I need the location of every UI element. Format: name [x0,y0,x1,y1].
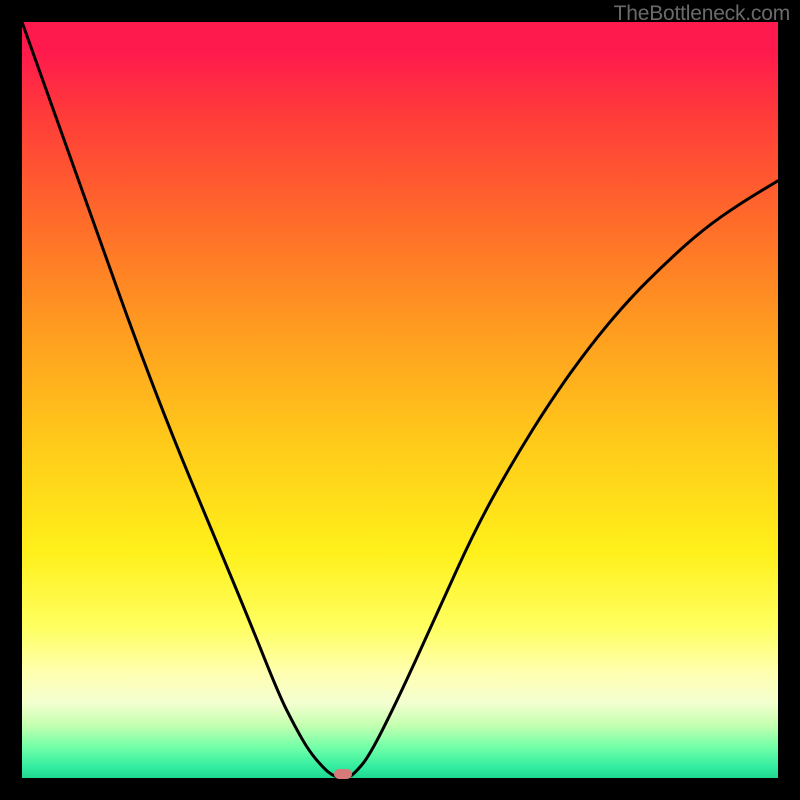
optimal-point-marker [334,769,352,779]
plot-area [22,22,778,778]
bottleneck-curve [22,22,778,778]
chart-container: TheBottleneck.com [0,0,800,800]
